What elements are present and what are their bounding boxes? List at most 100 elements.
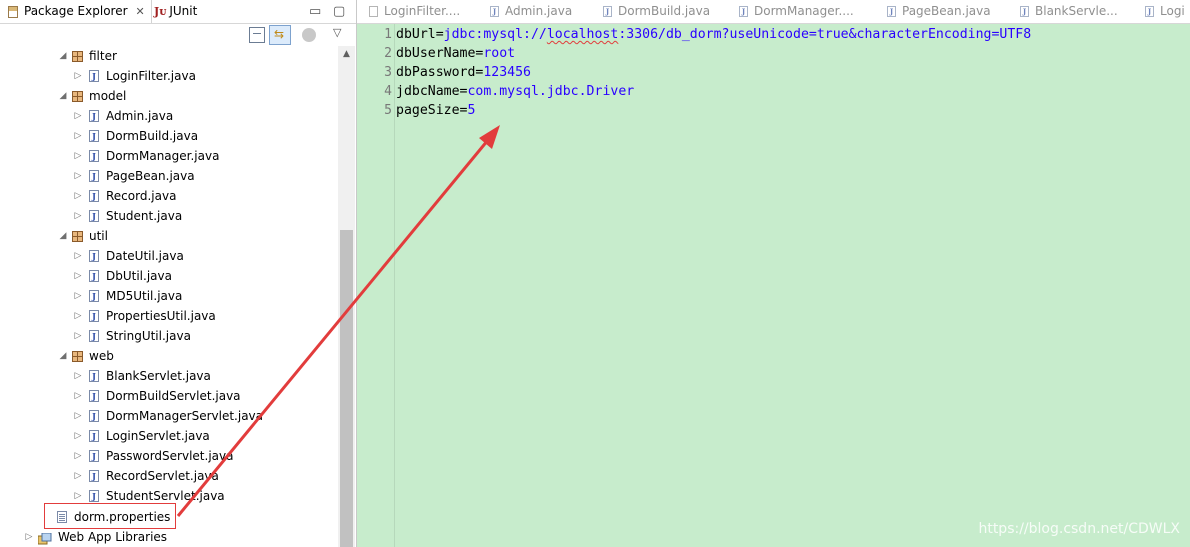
collapsed-twisty-icon[interactable]: ▷ bbox=[73, 166, 83, 186]
collapsed-twisty-icon[interactable]: ▷ bbox=[73, 286, 83, 306]
minimize-icon[interactable]: ▭ bbox=[309, 0, 321, 23]
collapsed-twisty-icon[interactable]: ▷ bbox=[73, 106, 83, 126]
tree-item-label: LoginServlet.java bbox=[106, 429, 210, 443]
file-icon bbox=[369, 6, 378, 17]
library-icon bbox=[37, 531, 52, 545]
close-icon[interactable]: ✕ bbox=[136, 0, 145, 23]
property-value: jdbc:mysql:// bbox=[443, 27, 547, 42]
editor-tab-login[interactable]: J Logi bbox=[1145, 0, 1185, 23]
java-file-icon: J bbox=[89, 150, 99, 162]
editor-tab-pagebean[interactable]: J PageBean.java bbox=[887, 0, 991, 23]
java-file-icon: J bbox=[89, 470, 99, 482]
collapsed-twisty-icon[interactable]: ▷ bbox=[73, 206, 83, 226]
scroll-up-icon[interactable]: ▲ bbox=[338, 46, 355, 63]
expand-twisty-icon[interactable]: ◢ bbox=[58, 86, 68, 106]
properties-editor[interactable]: 1 2 3 4 5 dbUrl=jdbc:mysql://localhost:3… bbox=[357, 24, 1190, 547]
collapsed-twisty-icon[interactable]: ▷ bbox=[73, 426, 83, 446]
package-explorer-view: Package Explorer ✕ Jᴜ JUnit ▭ ▢ ⇆ ▽ ◢ fi… bbox=[0, 0, 357, 547]
focus-task-icon[interactable] bbox=[302, 28, 316, 42]
editor-tab-label: LoginFilter.... bbox=[384, 4, 461, 18]
tree-item-label: Admin.java bbox=[106, 109, 174, 123]
package-icon bbox=[72, 231, 83, 242]
package-icon bbox=[72, 51, 83, 62]
collapsed-twisty-icon[interactable]: ▷ bbox=[73, 266, 83, 286]
tab-label: JUnit bbox=[169, 4, 198, 18]
collapsed-twisty-icon[interactable]: ▷ bbox=[73, 326, 83, 346]
tree-item-label: BlankServlet.java bbox=[106, 369, 211, 383]
collapsed-twisty-icon[interactable]: ▷ bbox=[73, 126, 83, 146]
collapsed-twisty-icon[interactable]: ▷ bbox=[73, 446, 83, 466]
java-file-icon: J bbox=[89, 450, 99, 462]
line-number-gutter: 1 2 3 4 5 bbox=[375, 24, 395, 547]
collapsed-twisty-icon[interactable]: ▷ bbox=[73, 386, 83, 406]
collapsed-twisty-icon[interactable]: ▷ bbox=[73, 186, 83, 206]
tree-item-label: model bbox=[89, 89, 127, 103]
collapsed-twisty-icon[interactable]: ▷ bbox=[73, 146, 83, 166]
collapse-all-icon[interactable] bbox=[249, 27, 265, 43]
line-number: 3 bbox=[384, 65, 392, 80]
collapsed-twisty-icon[interactable]: ▷ bbox=[73, 246, 83, 266]
explorer-toolbar: ⇆ ▽ bbox=[0, 24, 356, 46]
java-file-icon: J bbox=[89, 190, 99, 202]
code-line[interactable]: dbUserName=root bbox=[396, 44, 515, 63]
tree-item-label: DormBuild.java bbox=[106, 129, 199, 143]
line-number: 4 bbox=[384, 84, 392, 99]
collapsed-twisty-icon[interactable]: ▷ bbox=[73, 466, 83, 486]
java-file-icon: J bbox=[89, 70, 99, 82]
editor-tab-label: PageBean.java bbox=[902, 4, 991, 18]
expand-twisty-icon[interactable]: ◢ bbox=[58, 226, 68, 246]
tree-item-label: web bbox=[89, 349, 114, 363]
line-number: 2 bbox=[384, 46, 392, 61]
code-line[interactable]: pageSize=5 bbox=[396, 101, 475, 120]
java-file-icon: J bbox=[89, 430, 99, 442]
watermark: https://blog.csdn.net/CDWLX bbox=[978, 521, 1180, 537]
maximize-icon[interactable]: ▢ bbox=[333, 0, 345, 23]
code-line[interactable]: dbUrl=jdbc:mysql://localhost:3306/db_dor… bbox=[396, 25, 1031, 44]
editor-tab-dormbuild[interactable]: J DormBuild.java bbox=[603, 0, 710, 23]
java-file-icon: J bbox=[490, 6, 499, 17]
tree-item-label: DormManagerServlet.java bbox=[106, 409, 264, 423]
property-key: dbPassword= bbox=[396, 65, 484, 80]
tree-item-label: PasswordServlet.java bbox=[106, 449, 234, 463]
collapsed-twisty-icon[interactable]: ▷ bbox=[73, 366, 83, 386]
tree-item-label: Record.java bbox=[106, 189, 177, 203]
scrollbar-thumb[interactable] bbox=[340, 230, 353, 547]
tree-item-label: StringUtil.java bbox=[106, 329, 191, 343]
java-file-icon: J bbox=[89, 310, 99, 322]
tree-item-label: RecordServlet.java bbox=[106, 469, 219, 483]
collapsed-twisty-icon[interactable]: ▷ bbox=[24, 527, 34, 547]
code-line[interactable]: jdbcName=com.mysql.jdbc.Driver bbox=[396, 82, 634, 101]
editor-tab-loginfilter[interactable]: LoginFilter.... bbox=[369, 0, 460, 23]
tree-item-label: DateUtil.java bbox=[106, 249, 184, 263]
java-file-icon: J bbox=[89, 290, 99, 302]
editor-tab-admin[interactable]: J Admin.java bbox=[490, 0, 572, 23]
property-key: dbUrl= bbox=[396, 27, 444, 42]
property-value: root bbox=[483, 46, 516, 61]
java-file-icon: J bbox=[89, 270, 99, 282]
tab-junit[interactable]: Jᴜ JUnit bbox=[154, 0, 197, 23]
collapsed-twisty-icon[interactable]: ▷ bbox=[73, 306, 83, 326]
tree-item-label: MD5Util.java bbox=[106, 289, 183, 303]
editor-tab-label: DormBuild.java bbox=[618, 4, 711, 18]
java-file-icon: J bbox=[89, 410, 99, 422]
annotation-highlight-box bbox=[44, 503, 176, 529]
property-value: com.mysql.jdbc.Driver bbox=[467, 84, 635, 99]
java-file-icon: J bbox=[89, 390, 99, 402]
tree-item-label: Web App Libraries bbox=[58, 530, 168, 544]
project-tree: ◢ filter ▷ J LoginFilter.java ◢ model ▷ … bbox=[0, 46, 338, 547]
tree-item-label: DormBuildServlet.java bbox=[106, 389, 241, 403]
tab-package-explorer[interactable]: Package Explorer ✕ bbox=[0, 0, 152, 23]
tab-label: Package Explorer bbox=[24, 4, 128, 18]
explorer-scrollbar[interactable]: ▲ bbox=[338, 46, 355, 547]
expand-twisty-icon[interactable]: ◢ bbox=[58, 46, 68, 66]
editor-tab-dormmanager[interactable]: J DormManager.... bbox=[739, 0, 854, 23]
editor-tab-blankservlet[interactable]: J BlankServle... bbox=[1020, 0, 1118, 23]
code-line[interactable]: dbPassword=123456 bbox=[396, 63, 531, 82]
view-menu-icon[interactable]: ▽ bbox=[333, 26, 341, 39]
tree-item-label: util bbox=[89, 229, 108, 243]
property-key: dbUserName= bbox=[396, 46, 484, 61]
expand-twisty-icon[interactable]: ◢ bbox=[58, 346, 68, 366]
collapsed-twisty-icon[interactable]: ▷ bbox=[73, 406, 83, 426]
collapsed-twisty-icon[interactable]: ▷ bbox=[73, 66, 83, 86]
link-with-editor-icon[interactable]: ⇆ bbox=[269, 25, 291, 45]
